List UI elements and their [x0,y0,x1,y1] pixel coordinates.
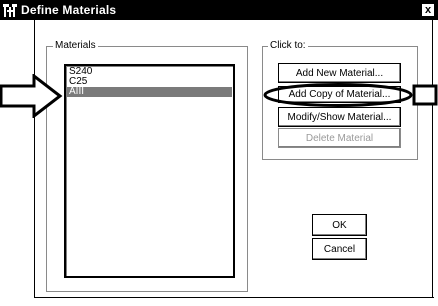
dialog-border-right [432,20,433,298]
close-button[interactable]: x [421,3,435,17]
close-icon: x [424,4,432,16]
add-new-material-button[interactable]: Add New Material... [278,63,401,83]
cancel-label: Cancel [323,243,356,255]
app-icon [2,2,18,18]
delete-material-button[interactable]: Delete Material [278,128,401,148]
highlight-ellipse-icon [263,83,413,107]
dialog-border-bottom [34,297,434,298]
dialog-border-left [34,20,35,298]
window-title: Define Materials [21,3,117,17]
material-list-item-selected[interactable]: AIII [67,87,232,97]
material-list-item[interactable]: C25 [67,77,232,87]
material-list-item[interactable]: S240 [67,67,232,77]
modify-show-material-button[interactable]: Modify/Show Material... [278,107,401,127]
material-item-label: AIII [69,86,85,97]
click-to-group-label: Click to: [268,40,308,52]
ok-label: OK [332,219,347,231]
left-arrow-icon [0,74,63,118]
right-arrow-icon [412,84,438,106]
add-new-material-label: Add New Material... [295,67,384,79]
title-bar[interactable]: Define Materials x [0,0,438,20]
define-materials-dialog: Define Materials x Materials S240 C25 AI… [0,0,438,306]
cancel-button[interactable]: Cancel [312,238,367,260]
materials-group-label: Materials [53,40,98,52]
ok-button[interactable]: OK [312,214,367,236]
delete-material-label: Delete Material [305,132,374,144]
materials-listbox[interactable]: S240 C25 AIII [64,64,235,278]
modify-show-material-label: Modify/Show Material... [287,111,392,123]
